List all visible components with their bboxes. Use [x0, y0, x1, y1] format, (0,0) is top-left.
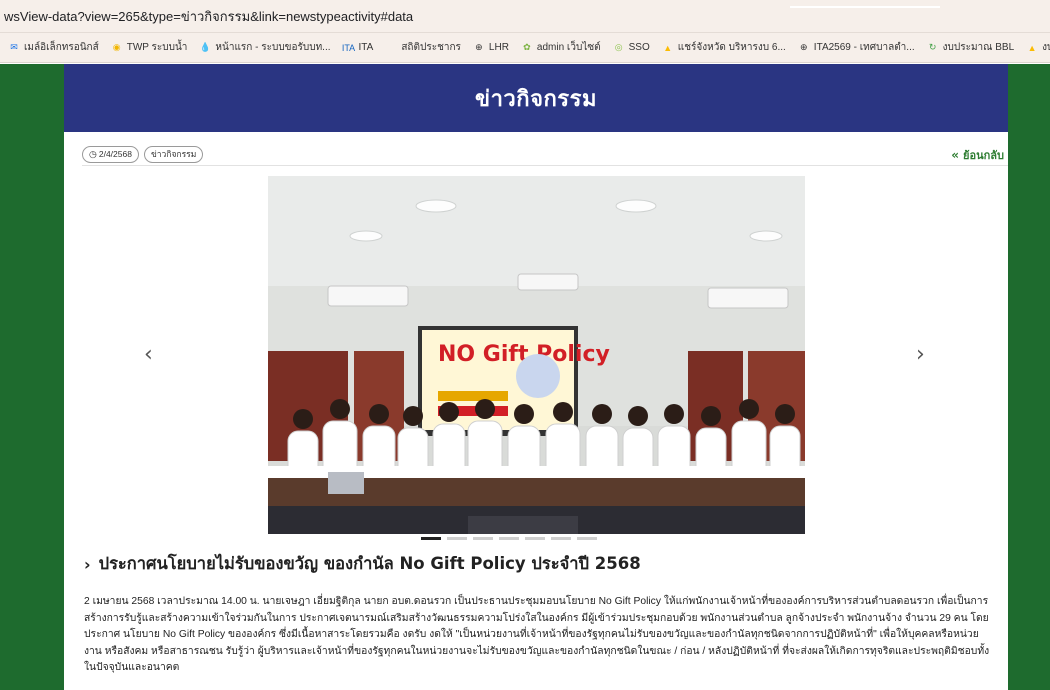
ita-icon: ITA — [341, 42, 356, 53]
category-chip[interactable]: ข่าวกิจกรรม — [143, 145, 204, 163]
globe-icon: ⊕ — [475, 42, 483, 52]
category-text: ข่าวกิจกรรม — [150, 149, 197, 159]
address-bar[interactable]: wsView-data?view=265&type=ข่าวกิจกรรม&li… — [0, 0, 1050, 33]
slide-dot[interactable] — [499, 537, 519, 540]
slide-dot[interactable] — [577, 537, 597, 540]
event-photo: NO Gift Policy — [268, 176, 805, 534]
drive-icon: ▲ — [1027, 42, 1037, 53]
bookmark-label: หน้าแรก - ระบบขอรับบท... — [215, 42, 331, 53]
globe-icon: ⊕ — [800, 42, 808, 52]
bookmark-item[interactable]: ▲ งบปี70 — [1026, 40, 1050, 55]
bookmark-item[interactable]: ↻ งบประมาณ BBL — [927, 40, 1014, 55]
slide-dot[interactable] — [473, 537, 493, 540]
bookmark-label: เมล์อิเล็กทรอนิกส์ — [24, 42, 99, 53]
article-title: ประกาศนโยบายไม่รับของขวัญ ของกำนัล No Gi… — [98, 554, 641, 573]
bookmark-item[interactable]: ⊕ ITA2569 - เทศบาลตำ... — [798, 40, 915, 55]
mail-icon: ✉ — [10, 42, 18, 52]
page-background: ข่าวกิจกรรม ◷ 2/4/2568 ข่าวกิจกรรม « ย้อ… — [0, 64, 1050, 690]
main-content: ข่าวกิจกรรม ◷ 2/4/2568 ข่าวกิจกรรม « ย้อ… — [64, 64, 1008, 690]
bookmark-item[interactable]: ▲ แชร์จังหวัด บริหารงบ 6... — [662, 40, 786, 55]
sso-icon: ◎ — [614, 42, 623, 52]
meta-row: ◷ 2/4/2568 ข่าวกิจกรรม « ย้อนกลับ — [82, 144, 1008, 164]
bookmark-item[interactable]: ⊕ LHR — [473, 42, 509, 54]
admin-icon: ✿ — [523, 42, 531, 52]
chevron-left-icon[interactable]: ‹ — [144, 342, 153, 367]
date-text: 2/4/2568 — [98, 149, 132, 159]
water-drop-icon: 💧 — [199, 42, 212, 52]
url-text[interactable]: wsView-data?view=265&type=ข่าวกิจกรรม&li… — [4, 6, 413, 27]
bookmark-item[interactable]: ✿ admin เว็บไซต์ — [521, 40, 601, 55]
stats-icon — [385, 42, 397, 54]
slide-dot[interactable] — [421, 537, 441, 540]
chevron-right-icon: › — [84, 554, 91, 574]
slide-dot[interactable] — [525, 537, 545, 540]
clock-icon: ◷ — [89, 148, 97, 159]
bookmark-label: งบปี70 — [1042, 42, 1050, 53]
bookmark-label: แชร์จังหวัด บริหารงบ 6... — [677, 42, 786, 53]
bookmark-label: TWP ระบบน้ำ — [126, 42, 188, 53]
slide-indicators — [421, 537, 603, 540]
bookmark-label: สถิติประชากร — [401, 42, 461, 53]
slide-dot[interactable] — [551, 537, 571, 540]
bookmark-label: SSO — [628, 42, 650, 53]
slide-dot[interactable] — [447, 537, 467, 540]
bookmark-item[interactable]: 💧 หน้าแรก - ระบบขอรับบท... — [199, 40, 331, 55]
bookmark-label: ITA2569 - เทศบาลตำ... — [813, 42, 915, 53]
drive-icon: ▲ — [663, 42, 673, 53]
bookmarks-bar: ✉ เมล์อิเล็กทรอนิกส์ ◉ TWP ระบบน้ำ 💧 หน้าแรก … — [0, 33, 1050, 63]
bookmark-item[interactable]: ITA ITA — [341, 42, 374, 54]
divider — [82, 165, 1008, 166]
bookmark-item[interactable]: ✉ เมล์อิเล็กทรอนิกส์ — [8, 40, 99, 55]
page-title: ข่าวกิจกรรม — [475, 86, 597, 112]
bookmark-label: งบประมาณ BBL — [942, 42, 1015, 53]
headline: › ประกาศนโยบายไม่รับของขวัญ ของกำนัล No … — [84, 551, 984, 577]
tab-highlight — [790, 6, 940, 8]
bookmark-item[interactable]: ◎ SSO — [613, 42, 650, 54]
bookmark-item[interactable]: สถิติประชากร — [385, 40, 461, 55]
date-chip: ◷ 2/4/2568 — [82, 145, 139, 163]
twp-icon: ◉ — [112, 42, 121, 52]
bookmark-label: LHR — [488, 42, 509, 53]
slide-image[interactable]: NO Gift Policy — [268, 176, 805, 534]
back-label: ย้อนกลับ — [963, 149, 1004, 162]
article-body: 2 เมษายน 2568 เวลาประมาณ 14.00 น. นายเจษ… — [84, 596, 990, 673]
back-button[interactable]: « ย้อนกลับ — [951, 146, 1004, 164]
bookmark-label: ITA — [358, 42, 374, 53]
bookmark-item[interactable]: ◉ TWP ระบบน้ำ — [111, 40, 188, 55]
double-chevron-left-icon: « — [951, 148, 960, 162]
bookmark-label: admin เว็บไซต์ — [536, 42, 601, 53]
page-banner: ข่าวกิจกรรม — [64, 64, 1008, 132]
chevron-right-icon[interactable]: › — [916, 342, 925, 367]
budget-icon: ↻ — [928, 42, 937, 52]
